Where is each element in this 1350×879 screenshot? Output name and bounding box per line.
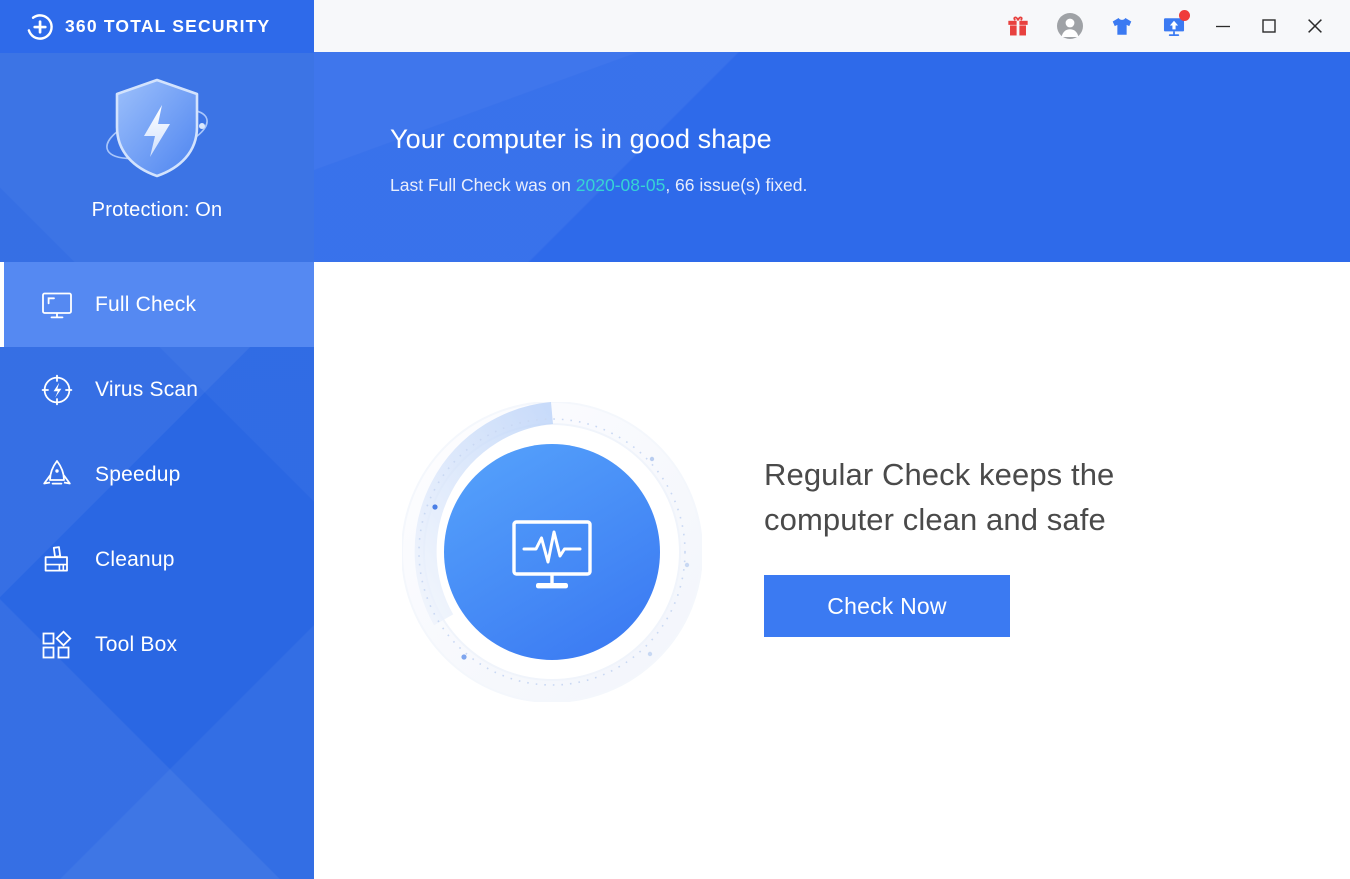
hero-heading-line-1: Regular Check keeps the [764,452,1234,497]
broom-icon [40,543,74,577]
hero-text-block: Regular Check keeps the computer clean a… [764,452,1234,637]
user-avatar-icon[interactable] [1044,0,1096,52]
protection-status-block: Protection: On [0,53,314,262]
virus-scan-target-icon [40,373,74,407]
sidebar-item-label: Speedup [95,463,180,487]
protection-status-label: Protection: On [92,199,223,222]
banner-diagonal-pattern [314,52,1350,262]
title-bar [314,0,1350,52]
monitor-check-icon [40,288,74,322]
banner-subtitle-suffix: , 66 issue(s) fixed. [665,175,807,195]
skin-tshirt-icon[interactable] [1096,0,1148,52]
sidebar-item-full-check[interactable]: Full Check [0,262,314,347]
last-check-date: 2020-08-05 [576,175,666,195]
sidebar-item-label: Full Check [95,293,196,317]
gift-icon[interactable] [992,0,1044,52]
sidebar-item-label: Virus Scan [95,378,198,402]
sidebar-nav: Full Check Virus Scan [0,262,314,687]
banner-subtitle: Last Full Check was on 2020-08-05, 66 is… [390,175,807,196]
sidebar-item-label: Cleanup [95,548,175,572]
sidebar-item-label: Tool Box [95,633,177,657]
rocket-icon [40,458,74,492]
minimize-button[interactable] [1200,0,1246,52]
status-banner: Your computer is in good shape Last Full… [314,52,1350,262]
sidebar-item-speedup[interactable]: Speedup [0,432,314,517]
notification-badge-dot [1179,10,1190,21]
banner-subtitle-prefix: Last Full Check was on [390,175,576,195]
check-now-button[interactable]: Check Now [764,575,1010,637]
brand-logo: 360 TOTAL SECURITY [0,0,314,53]
circle-plus-logo-icon [26,13,54,41]
toolbox-shapes-icon [40,628,74,662]
upgrade-icon[interactable] [1148,0,1200,52]
close-button[interactable] [1292,0,1338,52]
main-content: Regular Check keeps the computer clean a… [314,262,1350,879]
sidebar: 360 TOTAL SECURITY [0,0,314,879]
sidebar-item-virus-scan[interactable]: Virus Scan [0,347,314,432]
hero-heading: Regular Check keeps the computer clean a… [764,452,1234,542]
full-check-ring-graphic[interactable] [402,402,702,702]
shield-bolt-icon [92,72,222,184]
sidebar-item-cleanup[interactable]: Cleanup [0,517,314,602]
sidebar-item-tool-box[interactable]: Tool Box [0,602,314,687]
app-window: 360 TOTAL SECURITY [0,0,1350,879]
banner-title: Your computer is in good shape [390,124,772,155]
brand-name: 360 TOTAL SECURITY [65,16,270,37]
hero-heading-line-2: computer clean and safe [764,497,1234,542]
maximize-button[interactable] [1246,0,1292,52]
